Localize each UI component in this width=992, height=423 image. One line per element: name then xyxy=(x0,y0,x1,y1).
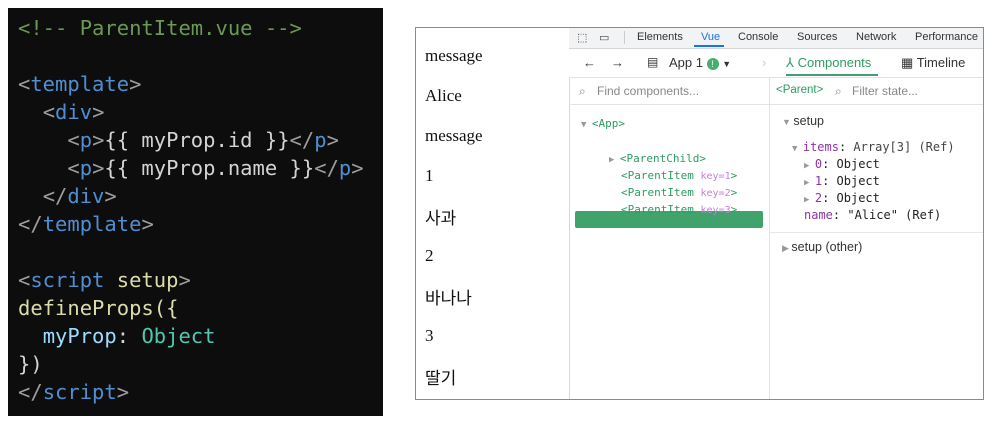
page-text-message: message xyxy=(425,46,483,65)
tab-bar-divider xyxy=(624,31,625,44)
tab-vue-underline xyxy=(694,45,724,47)
forward-arrow-icon[interactable]: → xyxy=(611,55,624,70)
tree-node-parent-child[interactable]: ▶ <ParentChild> xyxy=(609,152,706,165)
tab-console[interactable]: Console xyxy=(738,31,778,43)
device-toolbar-icon[interactable]: ▭ xyxy=(599,31,609,44)
code-line-p-name: <p>{{ myProp.name }}</p> xyxy=(67,156,364,180)
page-text-apple: 사과 xyxy=(425,209,457,228)
code-line-script-close: </script> xyxy=(18,380,130,404)
find-components-container: ⌕ Find components... xyxy=(569,78,770,104)
components-tab[interactable]: ⅄ Components xyxy=(786,55,871,71)
rendered-page: message Alice message 1 사과 2 바나나 3 딸기 xyxy=(416,28,570,399)
components-icon: ⅄ xyxy=(786,55,794,70)
back-arrow-icon[interactable]: ← xyxy=(583,55,596,70)
app-warning-badge-icon: ! xyxy=(706,57,719,70)
state-item-1[interactable]: ▶ 1: Object xyxy=(804,174,880,188)
toolbar-separator-icon: › xyxy=(762,55,767,70)
tab-network[interactable]: Network xyxy=(856,31,896,43)
tab-performance[interactable]: Performance xyxy=(915,31,978,43)
timeline-icon: ▦ xyxy=(901,55,914,70)
selected-component-label: <Parent> xyxy=(776,84,824,96)
code-line-template-close: </template> xyxy=(18,212,154,236)
state-section-setup-other[interactable]: ▶ setup (other) xyxy=(782,240,862,254)
page-text-message-2: message xyxy=(425,126,483,145)
app-selector[interactable]: App 1 ! ▼ xyxy=(669,55,731,70)
tab-sources[interactable]: Sources xyxy=(797,31,837,43)
state-item-2[interactable]: ▶ 2: Object xyxy=(804,191,880,205)
state-items-row[interactable]: ▼ items: Array[3] (Ref) xyxy=(792,140,955,154)
filter-search-icon: ⌕ xyxy=(835,84,842,98)
code-line-prop: myProp: Object xyxy=(42,324,216,348)
state-section-setup[interactable]: ▼ setup xyxy=(782,114,824,128)
browser-window: message Alice message 1 사과 2 바나나 3 딸기 ⬚ … xyxy=(415,27,984,400)
app-window-icon: ▤ xyxy=(647,55,659,69)
vue-devtools-toolbar: ← → ▤ App 1 ! ▼ › ⅄ Components ▦ Timelin… xyxy=(569,49,983,78)
state-divider xyxy=(770,232,983,233)
chevron-down-icon: ▼ xyxy=(722,59,732,69)
tree-node-parent-item-3[interactable]: <ParentItem key=3> xyxy=(621,203,737,216)
page-text-banana: 바나나 xyxy=(425,289,472,308)
state-item-0[interactable]: ▶ 0: Object xyxy=(804,157,880,171)
code-line-script-open: <script setup> xyxy=(18,268,191,292)
code-line-template-open: <template> xyxy=(18,72,142,96)
code-line-p-id: <p>{{ myProp.id }}</p> xyxy=(67,128,339,152)
components-tab-underline xyxy=(786,74,878,76)
tab-elements[interactable]: Elements xyxy=(637,31,683,43)
devtools-panel: ⬚ ▭ Elements Vue Console Sources Network… xyxy=(569,28,983,399)
code-line-div-open: <div> xyxy=(42,100,105,124)
code-comment: <!-- ParentItem.vue --> xyxy=(18,16,302,40)
inspect-element-icon[interactable]: ⬚ xyxy=(577,31,587,44)
devtools-tab-bar: ⬚ ▭ Elements Vue Console Sources Network… xyxy=(569,28,983,49)
tab-vue[interactable]: Vue xyxy=(701,31,720,43)
state-name-row[interactable]: name: "Alice" (Ref) xyxy=(804,208,941,222)
filter-bar: ⌕ Find components... <Parent> ⌕ Filter s… xyxy=(569,78,983,105)
page-text-id-2: 2 xyxy=(425,246,434,265)
code-editor-panel: <!-- ParentItem.vue --> <template> <div>… xyxy=(8,8,383,416)
code-line-div-close: </div> xyxy=(42,184,117,208)
page-text-id-1: 1 xyxy=(425,166,434,185)
page-text-strawberry: 딸기 xyxy=(425,369,457,388)
timeline-tab[interactable]: ▦ Timeline xyxy=(901,55,965,71)
code-line-define-props: defineProps({ xyxy=(18,296,179,320)
tree-node-parent-item-1[interactable]: <ParentItem key=1> xyxy=(621,169,737,182)
code-line-close-call: }) xyxy=(18,352,43,376)
component-tree: ▼ <App> ▼ <Parent> ▶ <ParentChild> <Pare… xyxy=(569,105,770,399)
tree-node-parent[interactable]: ▼ <Parent> xyxy=(596,134,660,147)
filter-state-input[interactable]: Filter state... xyxy=(852,84,918,98)
tree-node-app[interactable]: ▼ <App> xyxy=(581,117,625,130)
find-components-input[interactable]: Find components... xyxy=(597,84,699,98)
state-inspector: ▼ setup ▼ items: Array[3] (Ref) ▶ 0: Obj… xyxy=(770,105,983,399)
page-text-id-3: 3 xyxy=(425,326,434,345)
page-text-alice: Alice xyxy=(425,86,462,105)
tree-node-parent-item-2[interactable]: <ParentItem key=2> xyxy=(621,186,737,199)
search-icon: ⌕ xyxy=(579,84,586,98)
